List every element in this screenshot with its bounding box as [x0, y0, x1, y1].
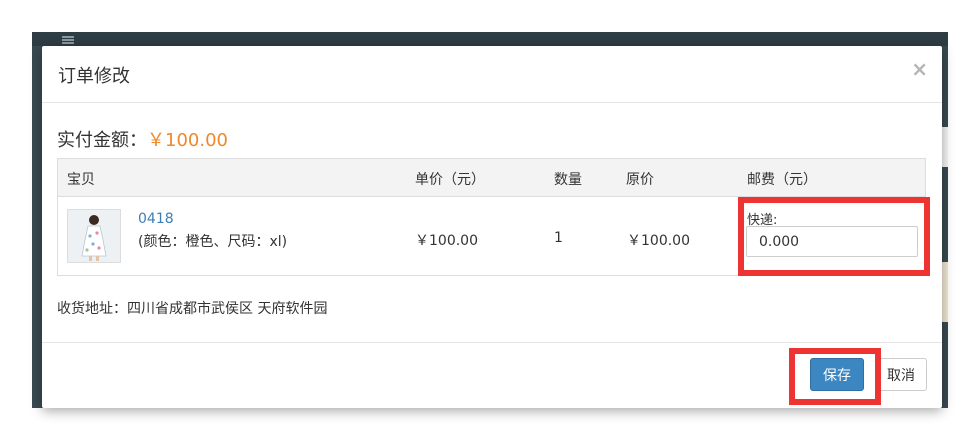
- paid-amount-value: ￥100.00: [147, 130, 228, 151]
- header-unit-price: 单价（元）: [415, 172, 485, 188]
- unit-price-value: ￥100.00: [415, 233, 478, 249]
- menu-icon: [62, 36, 74, 44]
- close-icon[interactable]: ×: [911, 59, 928, 79]
- app-topbar: [32, 32, 948, 46]
- modal-title: 订单修改: [58, 66, 130, 87]
- header-quantity: 数量: [554, 172, 582, 188]
- product-spec: (颜色：橙色、尺码：xl): [138, 234, 288, 250]
- cancel-button[interactable]: 取消: [875, 358, 927, 391]
- order-edit-modal: 订单修改 × 实付金额：￥100.00 宝贝 单价（元） 数量 原价 邮费（元）: [42, 46, 942, 408]
- modal-header: 订单修改 ×: [42, 46, 942, 103]
- modal-footer: 保存 取消: [42, 342, 942, 409]
- original-price-value: ￥100.00: [627, 233, 690, 249]
- header-shipping: 邮费（元）: [747, 172, 817, 188]
- background-panel: [942, 127, 948, 167]
- background-panel: [942, 262, 948, 322]
- shipping-fee-input[interactable]: [746, 226, 918, 257]
- paid-amount: 实付金额：￥100.00: [57, 126, 228, 152]
- quantity-value: 1: [554, 230, 563, 246]
- save-button[interactable]: 保存: [810, 358, 864, 391]
- product-thumbnail[interactable]: [67, 209, 121, 263]
- product-link[interactable]: 0418: [138, 211, 174, 227]
- header-original-price: 原价: [626, 172, 654, 188]
- paid-amount-label: 实付金额：: [57, 130, 147, 151]
- header-item: 宝贝: [67, 172, 95, 188]
- table-row: 0418 (颜色：橙色、尺码：xl) ￥100.00 1 ￥100.00 快递:: [58, 197, 925, 277]
- order-items-table: 宝贝 单价（元） 数量 原价 邮费（元） 0418 (颜色：橙色、尺码：xl) …: [57, 158, 926, 276]
- table-header: 宝贝 单价（元） 数量 原价 邮费（元）: [58, 159, 925, 197]
- shipping-address: 收货地址：四川省成都市武侯区 天府软件园: [57, 301, 328, 317]
